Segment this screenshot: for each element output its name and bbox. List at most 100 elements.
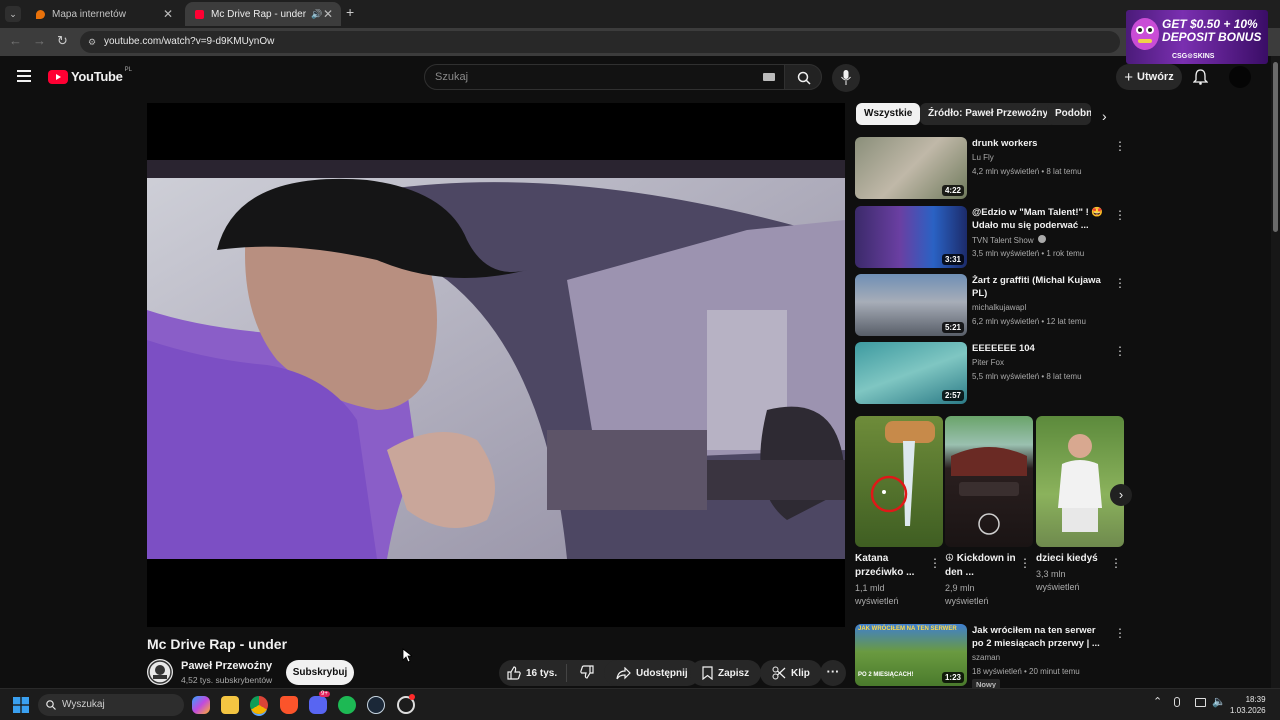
short-item[interactable]: dzieci kiedyś 3,3 mln wyświetleń ⋮ <box>1036 416 1124 594</box>
channel-name[interactable]: Piter Fox <box>972 358 1004 367</box>
chip-from-channel[interactable]: Źródło: Paweł Przewoźny <box>920 103 1057 125</box>
channel-name[interactable]: michalkujawapl <box>972 303 1026 312</box>
spotify-icon[interactable] <box>338 696 356 714</box>
chrome-icon[interactable] <box>250 696 268 714</box>
save-button[interactable]: Zapisz <box>690 660 762 686</box>
thumbs-up-icon <box>507 666 521 680</box>
video-thumbnail[interactable]: 4:22 <box>855 137 967 199</box>
dislike-button[interactable] <box>572 664 594 682</box>
create-button[interactable]: + Utwórz <box>1116 64 1182 90</box>
channel-name[interactable]: szaman <box>972 653 1000 662</box>
short-title[interactable]: ☮ Kickdown in den ... <box>945 552 1017 580</box>
channel-logo-icon <box>148 660 172 684</box>
search-input[interactable]: Szukaj <box>424 64 786 90</box>
volume-tray-icon[interactable]: 🔈 <box>1212 695 1226 708</box>
short-item[interactable]: ☮ Kickdown in den ... 2,9 mln wyświetleń… <box>945 416 1033 608</box>
chip-related[interactable]: Podobne <box>1047 103 1091 125</box>
channel-avatar[interactable] <box>147 659 173 685</box>
back-icon[interactable]: ← <box>9 33 22 48</box>
search-icon <box>797 71 811 85</box>
chevron-up-icon[interactable]: ⌃ <box>1153 695 1162 708</box>
more-vert-icon[interactable]: ⋮ <box>929 556 941 570</box>
video-player[interactable] <box>147 103 845 627</box>
video-thumbnail[interactable]: 2:57 <box>855 342 967 404</box>
new-tab-button[interactable]: + <box>346 4 354 20</box>
video-title[interactable]: drunk workers <box>972 137 1107 150</box>
more-vert-icon[interactable]: ⋮ <box>1114 344 1126 358</box>
tab-search-button[interactable]: ⌄ <box>5 6 21 22</box>
recommendation-item[interactable]: 3:31 @Edzio w "Mam Talent!" ! 🤩 Udało mu… <box>855 206 1126 270</box>
like-button[interactable]: 16 tys. <box>499 666 563 680</box>
notifications-bell-icon[interactable] <box>1193 69 1208 85</box>
brave-icon[interactable] <box>280 696 298 714</box>
video-title[interactable]: EEEEEEE 104 <box>972 342 1107 355</box>
shelf-next-button[interactable]: › <box>1110 484 1132 506</box>
chevron-right-icon[interactable]: › <box>1102 108 1107 124</box>
video-title[interactable]: Jak wróciłem na ten serwer po 2 miesiąca… <box>972 624 1107 650</box>
more-vert-icon[interactable]: ⋮ <box>1019 556 1031 570</box>
site-info-icon[interactable]: ⚙ <box>88 31 96 53</box>
video-frame[interactable] <box>147 160 845 559</box>
recommendation-item[interactable]: 5:21 Żart z graffiti (Michal Kujawa PL) … <box>855 274 1126 338</box>
scrollbar-thumb[interactable] <box>1273 62 1278 232</box>
taskbar-search[interactable]: Wyszukaj <box>38 694 184 716</box>
close-icon[interactable]: ✕ <box>163 7 173 21</box>
avatar[interactable] <box>1229 66 1251 88</box>
short-title[interactable]: dzieci kiedyś <box>1036 552 1108 566</box>
more-vert-icon[interactable]: ⋮ <box>1114 626 1126 640</box>
video-title[interactable]: Żart z graffiti (Michal Kujawa PL) <box>972 274 1107 300</box>
recommendation-item[interactable]: 4:22 drunk workers Lu Fly 4,2 mln wyświe… <box>855 137 1126 201</box>
more-vert-icon[interactable]: ⋮ <box>1114 276 1126 290</box>
chip-all[interactable]: Wszystkie <box>856 103 921 125</box>
browser-tab-youtube[interactable]: Mc Drive Rap - under - You 🔊 ✕ <box>185 2 341 26</box>
windows-start-icon[interactable] <box>13 697 29 713</box>
search-button[interactable] <box>784 64 822 90</box>
close-icon[interactable]: ✕ <box>323 7 333 21</box>
reload-icon[interactable]: ↻ <box>57 33 68 49</box>
short-thumbnail[interactable] <box>945 416 1033 547</box>
discord-icon[interactable]: 9+ <box>309 691 330 714</box>
more-vert-icon[interactable]: ⋮ <box>1114 208 1126 222</box>
more-vert-icon[interactable]: ⋮ <box>1110 556 1122 570</box>
menu-icon[interactable] <box>17 70 31 82</box>
thumbnail-caption-top: JAK WRÓCIŁEM NA TEN SERWER <box>858 626 957 632</box>
page-scrollbar[interactable] <box>1271 56 1280 688</box>
channel-name[interactable]: Lu Fly <box>972 153 994 162</box>
video-thumbnail[interactable]: 3:31 <box>855 206 967 268</box>
channel-name[interactable]: TVN Talent Show <box>972 235 1046 245</box>
short-thumbnail[interactable] <box>1036 416 1124 547</box>
youtube-logo[interactable]: YouTube PL <box>48 67 132 84</box>
display-tray-icon[interactable] <box>1195 698 1206 707</box>
microphone-tray-icon[interactable] <box>1174 697 1180 707</box>
voice-search-button[interactable] <box>832 64 860 92</box>
clock-time: 18:39 <box>1245 695 1266 704</box>
video-thumbnail[interactable]: JAK WRÓCIŁEM NA TEN SERWER PO 2 MIESIĄCA… <box>855 624 967 686</box>
browser-toolbar: ← → ↻ ⚙ youtube.com/watch?v=9-d9KMUynOw <box>0 28 1280 56</box>
system-clock[interactable]: 18:39 1.03.2026 <box>1230 694 1266 716</box>
address-bar[interactable]: ⚙ youtube.com/watch?v=9-d9KMUynOw <box>80 31 1120 53</box>
forward-icon[interactable]: → <box>33 33 46 48</box>
pill-divider <box>566 664 567 682</box>
app-icon[interactable] <box>397 694 415 714</box>
more-actions-button[interactable]: ··· <box>820 660 846 686</box>
file-explorer-icon[interactable] <box>221 696 239 714</box>
video-title[interactable]: @Edzio w "Mam Talent!" ! 🤩 Udało mu się … <box>972 206 1107 232</box>
browser-tab-maps[interactable]: Mapa internetów ✕ <box>26 2 181 26</box>
share-button[interactable]: Udostępnij <box>604 660 700 686</box>
channel-name[interactable]: Paweł Przewoźny <box>181 660 272 672</box>
keyboard-icon[interactable] <box>763 73 775 81</box>
recommendation-item[interactable]: JAK WRÓCIŁEM NA TEN SERWER PO 2 MIESIĄCA… <box>855 624 1126 690</box>
video-thumbnail[interactable]: 5:21 <box>855 274 967 336</box>
recommendation-item[interactable]: 2:57 EEEEEEE 104 Piter Fox 5,5 mln wyświ… <box>855 342 1126 406</box>
clip-button[interactable]: Klip <box>760 660 822 686</box>
short-thumbnail[interactable] <box>855 416 943 547</box>
more-vert-icon[interactable]: ⋮ <box>1114 139 1126 153</box>
short-title[interactable]: Katana przećiwko ... <box>855 552 927 580</box>
short-item[interactable]: Katana przećiwko ... 1,1 mld wyświetleń … <box>855 416 943 608</box>
short-still-image <box>1058 434 1102 532</box>
ad-headline: GET $0.50 + 10% DEPOSIT BONUS <box>1162 18 1261 44</box>
copilot-icon[interactable] <box>192 696 210 714</box>
speaker-icon[interactable]: 🔊 <box>311 9 322 20</box>
steam-icon[interactable] <box>367 696 385 714</box>
subscribe-button[interactable]: Subskrybuj <box>286 660 354 685</box>
